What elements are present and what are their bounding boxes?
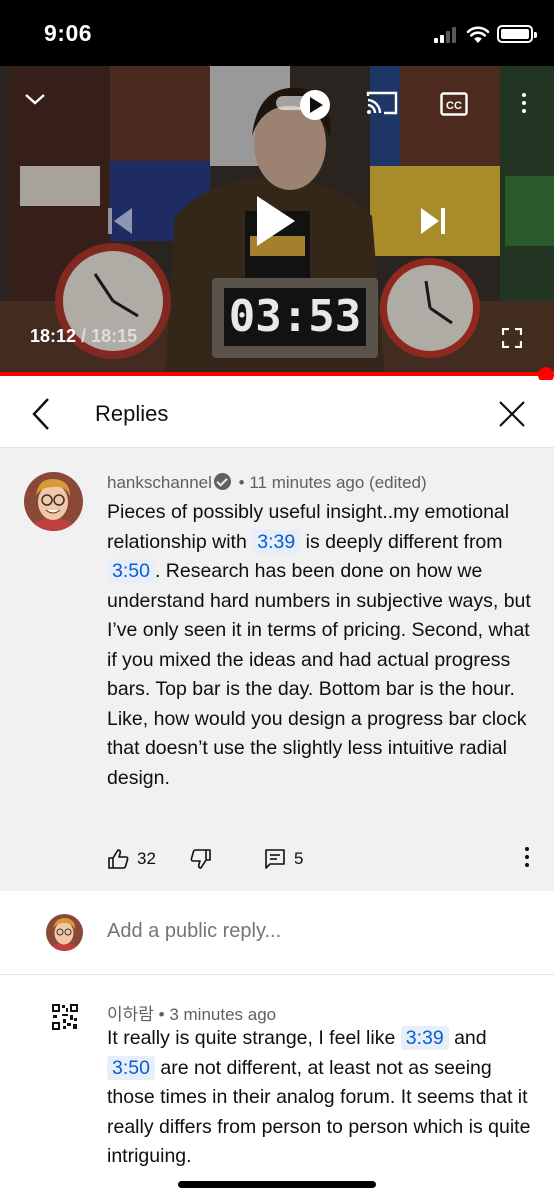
current-time: 18:12 (30, 326, 77, 346)
reply-count: 5 (294, 849, 304, 868)
more-vert-icon[interactable] (525, 847, 529, 871)
verified-badge-icon (213, 473, 231, 490)
avatar[interactable] (52, 1004, 78, 1030)
close-icon[interactable] (494, 396, 530, 432)
comment-time: • 11 minutes ago (edited) (238, 473, 427, 492)
thumb-up-icon (108, 849, 129, 869)
video-progress-track[interactable] (0, 372, 554, 376)
video-time-readout: 18:12 / 18:15 (30, 326, 137, 347)
fullscreen-icon[interactable] (502, 328, 522, 348)
comment-time: • 3 minutes ago (158, 1005, 277, 1024)
main-comment: hankschannel • 11 minutes ago (edited) P… (0, 448, 554, 891)
comment-icon (265, 849, 285, 869)
comment-text: Pieces of possibly useful insight..my em… (107, 498, 537, 793)
comment-text-part: are not different, at least not as seein… (107, 1056, 531, 1168)
replies-header: Replies (0, 380, 554, 448)
like-button[interactable]: 32 (107, 846, 156, 872)
more-vert-icon[interactable] (522, 93, 526, 117)
video-player[interactable]: 03:53 CC 18:12 / 18:15 (0, 66, 554, 376)
comment-author[interactable]: 이하람 (107, 1005, 154, 1024)
cast-icon[interactable] (366, 90, 398, 116)
reply-input[interactable] (107, 920, 527, 943)
replies-title: Replies (95, 401, 169, 426)
comment-text-part: and (448, 1027, 487, 1049)
wifi-icon (466, 26, 490, 43)
cellular-signal-icon (434, 27, 460, 43)
battery-icon (497, 25, 537, 43)
timestamp-link[interactable]: 3:39 (400, 1026, 449, 1050)
comment-actions: 32 5 (107, 846, 537, 872)
autoplay-toggle-icon[interactable] (276, 90, 330, 120)
comment-text-part: . Research has been done on how we under… (107, 560, 531, 789)
comment-meta: 이하람 • 3 minutes ago (107, 1000, 276, 1025)
thumb-down-icon (190, 849, 211, 869)
avatar (46, 914, 83, 951)
add-reply-row (0, 891, 554, 975)
skip-previous-icon[interactable] (106, 206, 134, 236)
cc-icon[interactable]: CC (440, 92, 468, 116)
timestamp-link[interactable]: 3:50 (107, 1055, 155, 1080)
avatar[interactable] (24, 472, 83, 531)
back-arrow-icon[interactable] (26, 396, 56, 432)
time-separator: / (76, 326, 92, 346)
play-icon[interactable] (255, 194, 297, 248)
skip-next-icon[interactable] (419, 206, 447, 236)
chevron-down-icon[interactable] (24, 92, 46, 106)
comment-meta: hankschannel • 11 minutes ago (edited) (107, 473, 427, 493)
status-bar: 9:06 (0, 0, 554, 66)
home-indicator[interactable] (178, 1181, 376, 1188)
comment-text-part: It really is quite strange, I feel like (107, 1027, 401, 1049)
timestamp-link[interactable]: 3:39 (252, 529, 301, 554)
duration: 18:15 (91, 326, 138, 346)
svg-text:CC: CC (446, 100, 462, 112)
flip-clock-display: 03:53 (228, 291, 362, 342)
dislike-button[interactable] (190, 846, 212, 872)
video-progress-fill (0, 372, 553, 376)
comment-text-part: is deeply different from (300, 530, 503, 553)
comment-author[interactable]: hankschannel (107, 473, 212, 492)
comment-text: It really is quite strange, I feel like … (107, 1024, 537, 1172)
like-count: 32 (137, 849, 156, 868)
status-time: 9:06 (44, 20, 93, 46)
reply-count-button[interactable]: 5 (264, 846, 303, 872)
timestamp-link[interactable]: 3:50 (107, 559, 155, 583)
reply-comment: 이하람 • 3 minutes ago It really is quite s… (0, 975, 554, 1200)
